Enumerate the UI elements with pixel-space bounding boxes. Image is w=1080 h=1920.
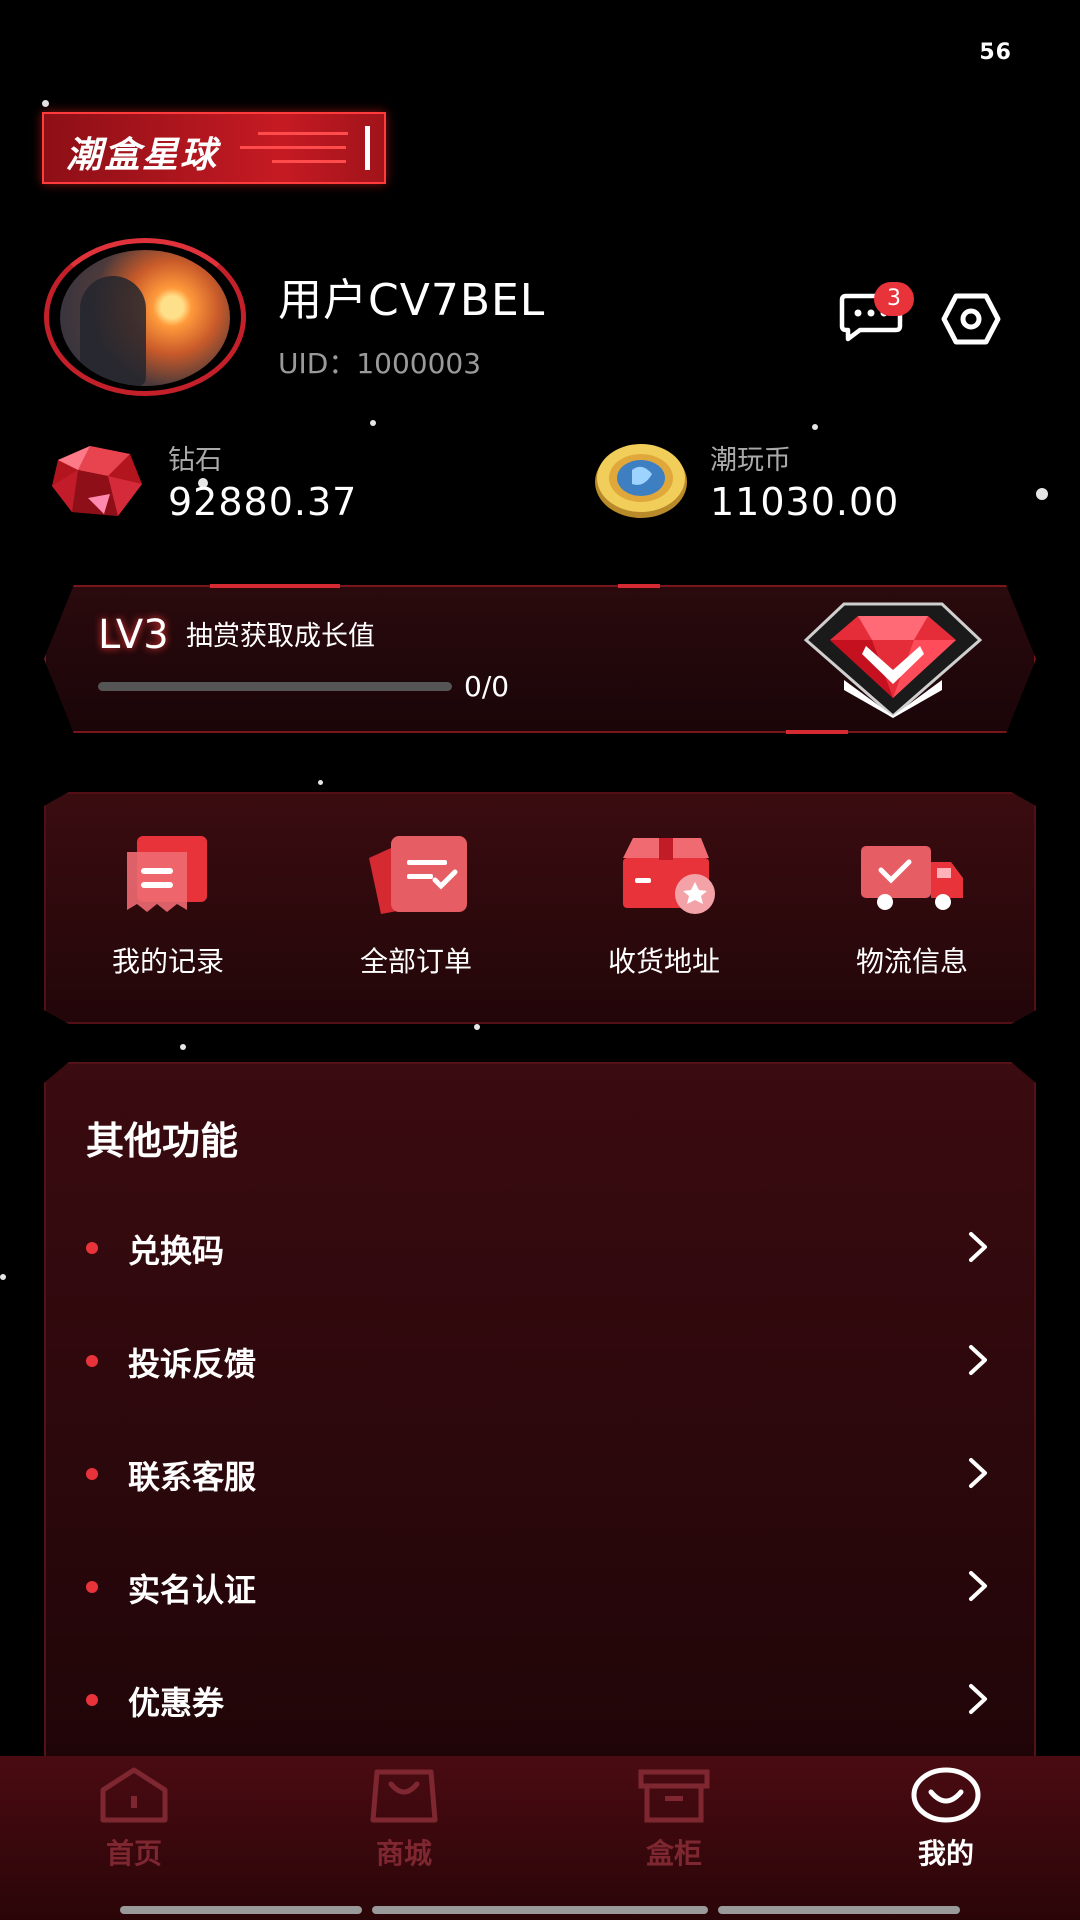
coin-icon (595, 444, 687, 518)
chevron-right-icon (969, 1571, 987, 1601)
status-bar-time: 56 (979, 40, 1012, 65)
address-icon (623, 838, 715, 914)
diamond-icon (52, 446, 142, 516)
menu-item-real-name-verification[interactable]: 实名认证 (44, 1547, 1036, 1627)
logo-stripe (272, 160, 346, 163)
menu-item-customer-service[interactable]: 联系客服 (44, 1434, 1036, 1514)
orders-icon (369, 836, 467, 914)
other-functions-title: 其他功能 (86, 1119, 239, 1163)
star-decoration (42, 100, 49, 107)
bullet-dot (86, 1468, 98, 1480)
shortcut-shipping-address[interactable]: 收货地址 (564, 832, 764, 980)
tab-label: 盒柜 (645, 1837, 702, 1870)
star-decoration (318, 780, 323, 785)
star-decoration (0, 1274, 6, 1280)
shortcut-all-orders[interactable]: 全部订单 (316, 832, 516, 980)
shortcut-label: 我的记录 (111, 945, 224, 978)
chevron-right-icon (969, 1232, 987, 1262)
star-decoration (180, 1044, 186, 1050)
home-icon (100, 1767, 168, 1823)
menu-item-feedback[interactable]: 投诉反馈 (44, 1321, 1036, 1401)
message-badge: 3 (874, 282, 914, 316)
star-decoration (812, 424, 818, 430)
tab-mine[interactable]: 我的 (866, 1766, 1026, 1872)
level-progress-text: 0/0 (464, 670, 510, 703)
coin-value: 11030.00 (710, 480, 900, 524)
smile-icon (911, 1767, 981, 1823)
level-tip: 抽赏获取成长值 (186, 621, 375, 652)
shortcut-label: 全部订单 (359, 945, 472, 978)
bullet-dot (86, 1694, 98, 1706)
bullet-dot (86, 1355, 98, 1367)
level-diamond-badge-icon (804, 602, 982, 718)
menu-item-label: 联系客服 (128, 1458, 257, 1496)
star-decoration (474, 1024, 480, 1030)
level-card-accent (210, 584, 340, 588)
shortcut-logistics[interactable]: 物流信息 (812, 832, 1012, 980)
logistics-truck-icon (861, 846, 963, 910)
tab-mall[interactable]: 商城 (324, 1766, 484, 1872)
menu-item-label: 优惠券 (128, 1684, 225, 1722)
tab-label: 我的 (917, 1837, 974, 1870)
diamond-label: 钻石 (168, 445, 222, 476)
diamond-value: 92880.37 (168, 480, 358, 524)
star-decoration (370, 420, 376, 426)
tab-label: 商城 (375, 1837, 432, 1870)
box-cabinet-icon (638, 1769, 710, 1823)
shortcut-label: 收货地址 (607, 945, 720, 978)
menu-item-label: 实名认证 (128, 1571, 257, 1609)
logo-stripe (258, 132, 348, 135)
coin-label: 潮玩币 (710, 445, 791, 476)
uid-value: 1000003 (356, 347, 482, 380)
menu-item-label: 兑换码 (128, 1232, 225, 1270)
bullet-dot (86, 1242, 98, 1254)
home-indicator (372, 1906, 708, 1914)
level-progress-bar (98, 682, 452, 691)
username: 用户CV7BEL (278, 275, 546, 326)
level-card-accent (618, 584, 660, 588)
menu-item-label: 投诉反馈 (128, 1345, 257, 1383)
uid-text: UID：1000003 (278, 342, 481, 382)
brand-logo-text: 潮盒星球 (66, 135, 219, 176)
home-indicator (718, 1906, 960, 1914)
menu-item-coupons[interactable]: 优惠券 (44, 1660, 1036, 1740)
shortcut-label: 物流信息 (855, 945, 968, 978)
logo-stripe (240, 146, 346, 149)
tab-box-cabinet[interactable]: 盒柜 (594, 1766, 754, 1872)
logo-bar (365, 126, 370, 170)
chevron-right-icon (969, 1458, 987, 1488)
level-card-accent (786, 730, 848, 734)
chevron-right-icon (969, 1684, 987, 1714)
chevron-right-icon (969, 1345, 987, 1375)
settings-icon[interactable] (940, 292, 1002, 346)
tab-home[interactable]: 首页 (54, 1766, 214, 1872)
brand-logo: 潮盒星球 (42, 112, 386, 184)
record-icon (127, 836, 207, 912)
tab-label: 首页 (105, 1837, 162, 1870)
shopping-bag-icon (370, 1769, 438, 1823)
shortcut-my-records[interactable]: 我的记录 (68, 832, 268, 980)
menu-item-redeem-code[interactable]: 兑换码 (44, 1208, 1036, 1288)
level-name: LV3 (98, 612, 169, 658)
uid-label: UID： (278, 347, 357, 380)
bullet-dot (86, 1581, 98, 1593)
other-functions-panel (44, 1062, 1036, 1762)
star-decoration (1036, 488, 1048, 500)
home-indicator (120, 1906, 362, 1914)
avatar[interactable] (60, 250, 230, 386)
